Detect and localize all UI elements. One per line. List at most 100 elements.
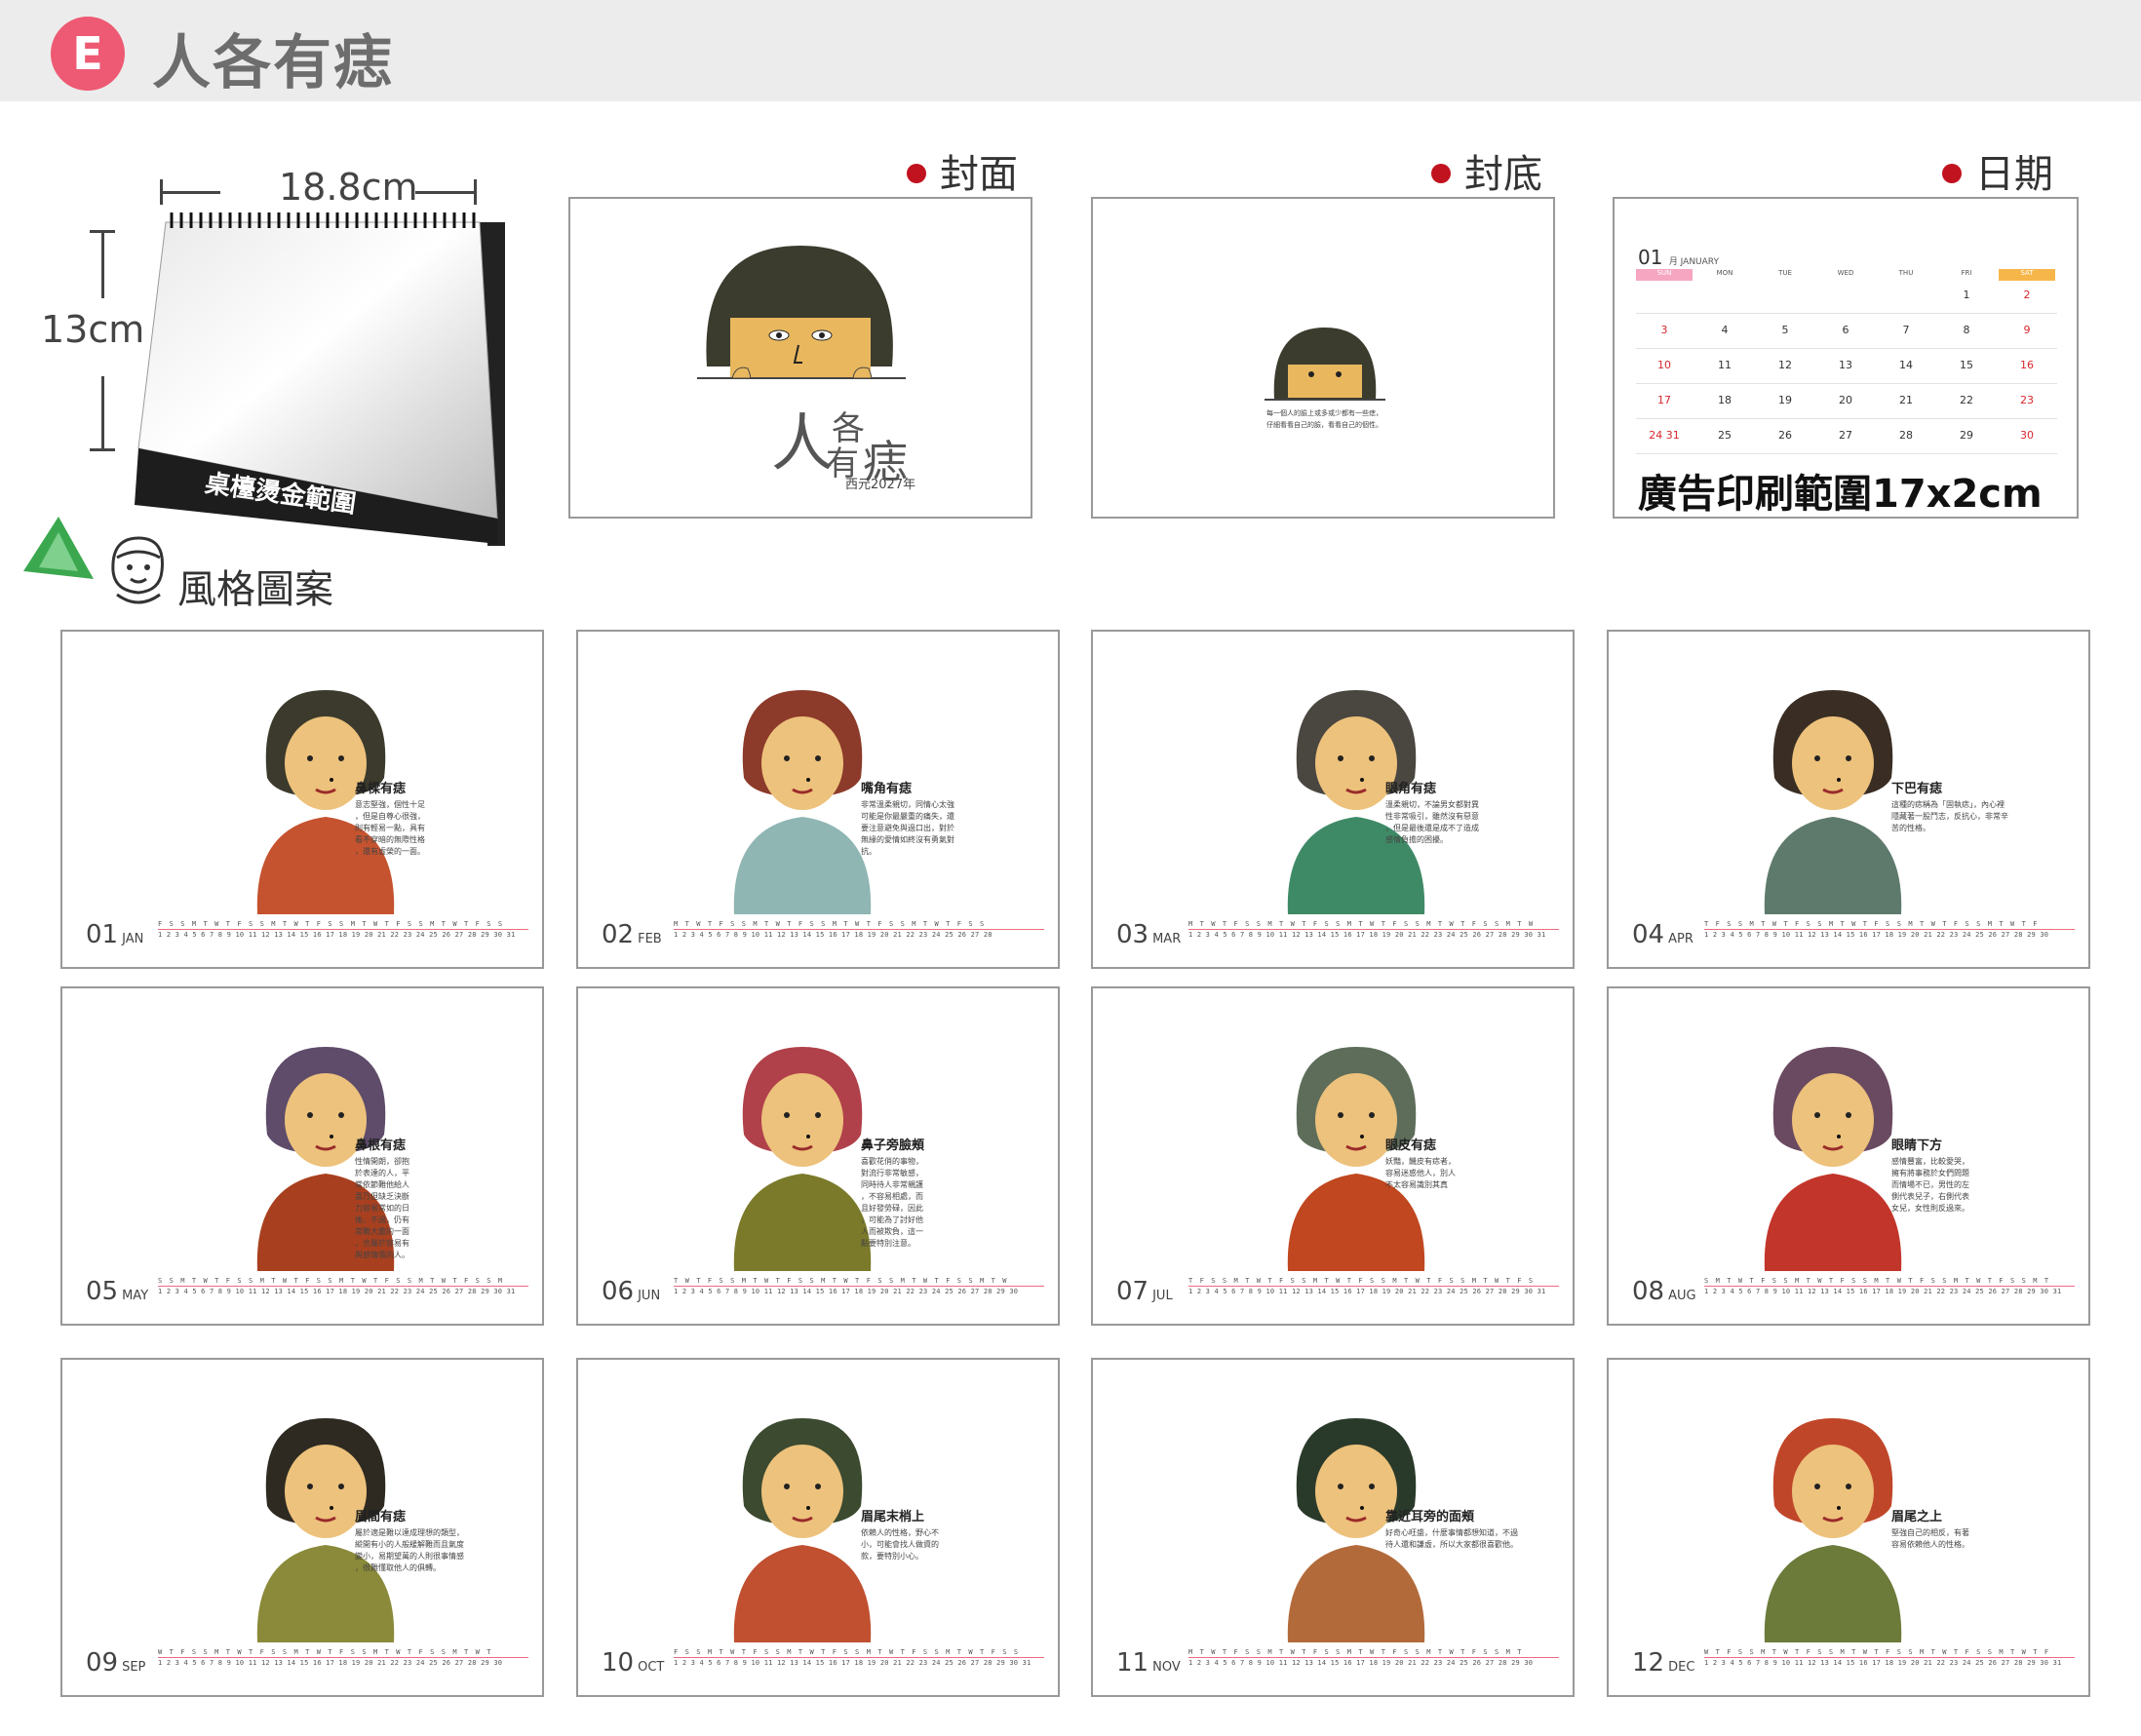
- strip-divider: [674, 1657, 1044, 1658]
- face-shape: [1792, 1445, 1874, 1538]
- date-cell: 2: [2023, 289, 2031, 301]
- cover-label: 封面: [907, 142, 1018, 199]
- date-cell: 26: [1778, 429, 1792, 442]
- strip-divider: [674, 1286, 1044, 1287]
- date-grid-row: 12: [1636, 285, 2057, 314]
- face-shape: [761, 716, 843, 810]
- weekday-letters: W T F S S M T W T F S S M T W T F S S M …: [158, 1648, 493, 1656]
- strip-divider: [1188, 1286, 1559, 1287]
- mole-description: 溫柔親切，不論男女都對異 性非常吸引，雖然沒有惡意 ，但是最後還是成不了造成 感…: [1385, 800, 1479, 844]
- month-number: 06 JUN: [602, 1277, 660, 1306]
- month-number: 07 JUL: [1116, 1277, 1173, 1306]
- eye-right: [1369, 755, 1375, 761]
- eye-left: [784, 1484, 790, 1489]
- eye-left: [307, 755, 313, 761]
- mole-dot: [1837, 778, 1841, 782]
- month-card-06: 鼻子旁臉頰 喜歡花俏的事物， 對流行非常敏感， 同時待人非常親護 ，不容易相處，而…: [576, 986, 1060, 1326]
- eye-left: [1338, 1112, 1343, 1118]
- day-strip: M T W T F S S M T W T F S S M T W T F S …: [1188, 920, 1559, 942]
- date-cell: 24 31: [1649, 429, 1680, 442]
- weekday-letters: M T W T F S S M T W T F S S M T W T F S …: [1188, 920, 1535, 928]
- mole-title: 靠近耳旁的面頰: [1385, 1510, 1475, 1524]
- month-abbreviation: JUL: [1152, 1289, 1173, 1303]
- date-cell: 17: [1657, 394, 1671, 406]
- body-shape: [733, 1545, 872, 1642]
- body-shape: [1764, 1545, 1902, 1642]
- eye-left: [784, 755, 790, 761]
- day-numbers: 1 2 3 4 5 6 7 8 9 10 11 12 13 14 15 16 1…: [1188, 931, 1546, 939]
- month-card-01: 鼻樑有痣 意志堅強，個性十足 ，但是自尊心很強， 則有輕易一點，具有 看不穿暗的無…: [60, 630, 544, 969]
- mole-description: 依賴人的性格，野心不 小，可能會找人做資的 款，要特別小心。: [861, 1528, 939, 1561]
- month-abbreviation: DEC: [1668, 1660, 1695, 1675]
- mole-title: 下巴有痣: [1891, 782, 1943, 796]
- weekday-letters: F S S M T W T F S S M T W T F S S M T W …: [674, 1648, 1020, 1656]
- date-cell: 20: [1839, 394, 1852, 406]
- date-cell: 30: [2020, 429, 2034, 442]
- month-number-value: 02: [602, 920, 635, 949]
- eye-left: [1814, 755, 1820, 761]
- date-cell: 11: [1718, 359, 1732, 371]
- month-number: 11 NOV: [1116, 1648, 1181, 1678]
- month-card-03: 眼角有痣溫柔親切，不論男女都對異 性非常吸引，雖然沒有惡意 ，但是最後還是成不了…: [1091, 630, 1575, 969]
- day-strip: F S S M T W T F S S M T W T F S S M T W …: [158, 920, 528, 942]
- strip-divider: [1704, 1657, 2075, 1658]
- date-cell: 28: [1899, 429, 1913, 442]
- weekday-letters: T F S S M T W T F S S M T W T F S S M T …: [1188, 1277, 1535, 1285]
- character-illustration: [733, 1418, 872, 1642]
- strip-divider: [674, 929, 1044, 930]
- date-cell: 16: [2020, 359, 2034, 371]
- month-number: 02 FEB: [602, 920, 662, 949]
- weekday-wed: WED: [1837, 269, 1854, 277]
- face-shape: [1792, 716, 1874, 810]
- month-abbreviation: JUN: [638, 1289, 661, 1303]
- green-triangle-icon: [23, 517, 94, 579]
- body-shape: [1764, 817, 1902, 914]
- character-illustration: [256, 690, 395, 914]
- red-dot-icon: [1942, 164, 1962, 183]
- day-numbers: 1 2 3 4 5 6 7 8 9 10 11 12 13 14 15 16 1…: [674, 931, 993, 939]
- month-abbreviation: MAR: [1152, 932, 1182, 946]
- month-number-value: 12: [1632, 1648, 1665, 1678]
- month-abbreviation: JAN: [122, 932, 144, 946]
- header-bar: E 人各有痣: [0, 0, 2141, 101]
- month-card-11: 靠近耳旁的面頰 好奇心旺盛，什麼事情都想知道，不過 待人還和謙虛，所以大家都很喜歡…: [1091, 1358, 1575, 1697]
- day-numbers: 1 2 3 4 5 6 7 8 9 10 11 12 13 14 15 16 1…: [158, 1288, 516, 1295]
- month-number-value: 03: [1116, 920, 1149, 949]
- mole-dot: [806, 778, 810, 782]
- day-strip: T W T F S S M T W T F S S M T W T F S S …: [674, 1277, 1044, 1298]
- mole-description: 妖豔，饑皮有痣者， 容易迷惑他人，別人 不太容易識別其真: [1385, 1157, 1456, 1189]
- eye-right: [1369, 1484, 1375, 1489]
- eye-right: [338, 1484, 344, 1489]
- character-illustration: [733, 690, 872, 914]
- month-card-08: 眼睛下方 感情豐富，比較愛哭， 擁有將事務於女們問題 而情場不已，男性的左 側代表…: [1607, 986, 2090, 1326]
- girl-face-icon: [111, 536, 164, 604]
- mole-title: 眼角有痣: [1385, 782, 1437, 796]
- date-grid-row: 10 11 12 13 14 15 16: [1636, 355, 2057, 384]
- day-strip: T F S S M T W T F S S M T W T F S S M T …: [1704, 920, 2075, 942]
- date-grid-weekday-row: SUN MON TUE WED THU FRI SAT: [1636, 269, 2057, 281]
- eye-right: [815, 1484, 821, 1489]
- mole-dot: [1360, 778, 1364, 782]
- back-cover-text: 每一個人的臉上或多或少都有一些痣， 仔細看看自己的臉，看看自己的個性。: [1266, 409, 1382, 429]
- month-abbreviation: MAY: [122, 1289, 149, 1303]
- body-shape: [733, 817, 872, 914]
- mole-dot: [806, 1135, 810, 1138]
- month-number-value: 05: [86, 1277, 119, 1306]
- day-numbers: 1 2 3 4 5 6 7 8 9 10 11 12 13 14 15 16 1…: [158, 1659, 503, 1667]
- eye-right: [1369, 1112, 1375, 1118]
- month-number-value: 01: [86, 920, 119, 949]
- weekday-letters: T F S S M T W T F S S M T W T F S S M T …: [1704, 920, 2040, 928]
- eye-right: [815, 1112, 821, 1118]
- date-cell: 23: [2020, 394, 2034, 406]
- mole-description: 喜歡花俏的事物， 對流行非常敏感， 同時待人非常親護 ，不容易相處，而 且好發勞…: [861, 1157, 923, 1248]
- day-numbers: 1 2 3 4 5 6 7 8 9 10 11 12 13 14 15 16 1…: [674, 1659, 1032, 1667]
- date-cell: 8: [1963, 324, 1970, 336]
- red-dot-icon: [1431, 164, 1451, 183]
- dates-label: 日期: [1942, 142, 2053, 199]
- day-strip: W T F S S M T W T F S S M T W T F S S M …: [1704, 1648, 2075, 1670]
- weekday-letters: S S M T W T F S S M T W T F S S M T W T …: [158, 1277, 504, 1285]
- cover-title-big: 人: [771, 408, 834, 481]
- weekday-tue: TUE: [1778, 269, 1792, 277]
- month-card-12: 眉尾之上 堅強自己的相反，有著 容易依賴他人的性格。 12 DEC W T F S S …: [1607, 1358, 2090, 1697]
- character-illustration: [1287, 1047, 1425, 1271]
